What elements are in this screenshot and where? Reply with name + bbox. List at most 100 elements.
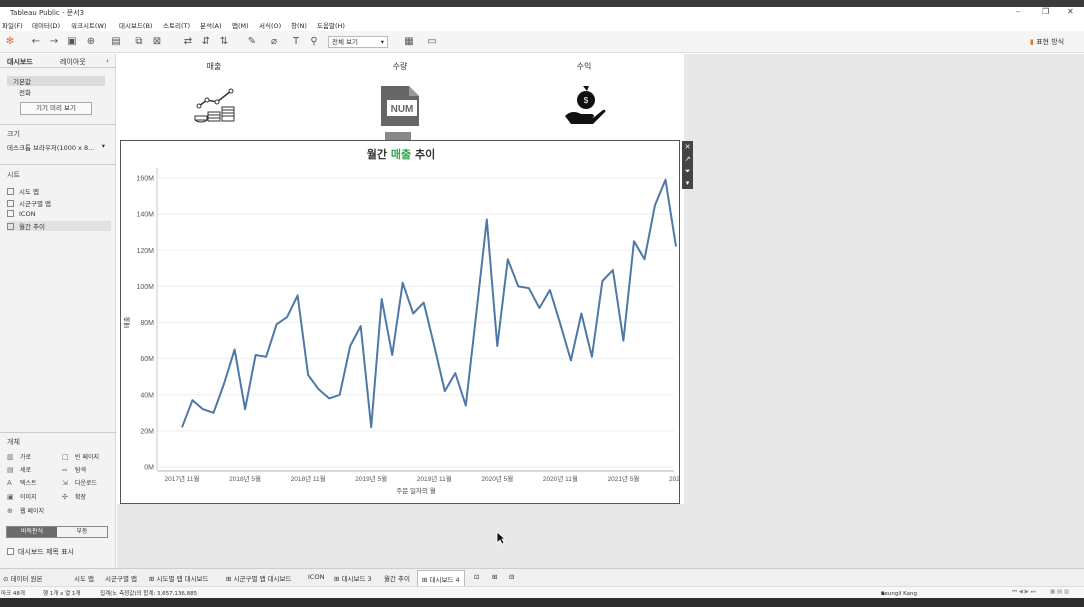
duplicate-icon[interactable]: ⧉ xyxy=(133,36,145,48)
data-point[interactable] xyxy=(244,408,247,411)
sheet-item[interactable]: 시도 맵 xyxy=(7,186,39,196)
menu-window[interactable]: 창(N) xyxy=(291,20,307,30)
sheet-view-icon[interactable]: ▦ ▤ ▥ xyxy=(1050,589,1069,595)
tableau-logo-icon[interactable]: ✻ xyxy=(4,36,16,48)
data-point[interactable] xyxy=(422,301,425,304)
data-point[interactable] xyxy=(328,397,331,400)
pin-icon[interactable]: ⚲ xyxy=(308,36,320,48)
data-point[interactable] xyxy=(653,204,656,207)
menu-map[interactable]: 맵(M) xyxy=(232,20,249,30)
data-point[interactable] xyxy=(191,399,194,402)
sort-desc-icon[interactable]: ⇅ xyxy=(218,36,230,48)
data-point[interactable] xyxy=(317,388,320,391)
tab-sheet[interactable]: 시군구별 맵 xyxy=(105,573,137,583)
data-point[interactable] xyxy=(275,323,278,326)
save-icon[interactable]: ▣ xyxy=(66,36,78,48)
data-point[interactable] xyxy=(254,353,257,356)
swap-icon[interactable]: ⇄ xyxy=(182,36,194,48)
tab-dashboard[interactable]: ⊞ 시도별 맵 대시보드 xyxy=(149,573,209,583)
data-point[interactable] xyxy=(527,287,530,290)
data-point[interactable] xyxy=(611,269,614,272)
close-icon[interactable]: ✕ xyxy=(1067,7,1074,16)
data-point[interactable] xyxy=(380,297,383,300)
data-point[interactable] xyxy=(391,353,394,356)
data-point[interactable] xyxy=(485,218,488,221)
data-point[interactable] xyxy=(506,258,509,261)
data-point[interactable] xyxy=(454,372,457,375)
data-point[interactable] xyxy=(412,312,415,315)
new-story-icon[interactable]: ⊟ xyxy=(509,573,514,581)
data-point[interactable] xyxy=(643,258,646,261)
data-point[interactable] xyxy=(632,240,635,243)
remove-icon[interactable]: ✕ xyxy=(682,141,693,153)
data-point[interactable] xyxy=(622,339,625,342)
data-point[interactable] xyxy=(180,426,183,429)
monthly-trend-chart[interactable]: 월간 매출 추이 0M 20M 40M 60M 80M 100M 120M 140M 160M 2… xyxy=(120,140,693,504)
menu-dashboard[interactable]: 대시보드(B) xyxy=(119,20,152,30)
data-point[interactable] xyxy=(286,316,289,319)
restore-icon[interactable]: ❐ xyxy=(1042,7,1049,16)
data-point[interactable] xyxy=(590,355,593,358)
sheet-item[interactable]: 시군구별 맵 xyxy=(7,198,51,208)
data-point[interactable] xyxy=(517,285,520,288)
fit-select[interactable]: 전체 보기 ▾ xyxy=(328,36,388,48)
sheet-item[interactable]: 월간 추이 xyxy=(7,221,111,231)
show-cards-icon[interactable]: ▦ xyxy=(403,36,415,48)
series-line[interactable] xyxy=(181,178,677,429)
data-point[interactable] xyxy=(674,245,677,248)
new-worksheet-icon[interactable]: ⊡ xyxy=(474,573,479,581)
data-point[interactable] xyxy=(265,355,268,358)
menu-worksheet[interactable]: 워크시트(W) xyxy=(71,20,106,30)
show-title-checkbox[interactable]: 대시보드 제목 표시 xyxy=(7,547,74,557)
tab-data-source[interactable]: ⊙ 데이터 원본 xyxy=(3,573,43,583)
redo-icon[interactable]: → xyxy=(48,36,60,48)
data-point[interactable] xyxy=(370,426,373,429)
device-default[interactable]: 기본값 xyxy=(7,76,105,86)
data-point[interactable] xyxy=(443,390,446,393)
sheet-item[interactable]: ICON xyxy=(7,210,35,218)
clear-sheet-icon[interactable]: ⊠ xyxy=(151,36,163,48)
new-data-source-icon[interactable]: ⊕ xyxy=(85,36,97,48)
object-image[interactable]: ▣ 이미지 xyxy=(7,492,37,501)
tab-dashboard[interactable]: 대시보드 xyxy=(7,57,33,67)
sort-asc-icon[interactable]: ⇵ xyxy=(200,36,212,48)
presentation-icon[interactable]: ▭ xyxy=(426,36,438,48)
menu-format[interactable]: 서식(O) xyxy=(259,20,281,30)
menu-story[interactable]: 스토리(T) xyxy=(163,20,190,30)
go-to-sheet-icon[interactable]: ↗ xyxy=(682,153,693,165)
object-web-page[interactable]: ⊕ 웹 페이지 xyxy=(7,506,44,515)
tab-dashboard[interactable]: ⊞ 대시보드 3 xyxy=(334,573,372,583)
tab-sheet[interactable]: 월간 추이 xyxy=(384,573,410,583)
labels-icon[interactable]: T xyxy=(290,36,302,48)
data-point[interactable] xyxy=(349,344,352,347)
tab-sheet[interactable]: 시도 맵 xyxy=(74,573,94,583)
menu-file[interactable]: 파일(F) xyxy=(2,20,23,30)
menu-data[interactable]: 데이터(D) xyxy=(32,20,60,30)
size-select[interactable]: 데스크톱 브라우저(1000 x 8... ▾ xyxy=(7,142,107,153)
data-point[interactable] xyxy=(401,281,404,284)
object-download[interactable]: ⇲ 다운로드 xyxy=(62,478,97,487)
data-point[interactable] xyxy=(580,312,583,315)
tab-sheet[interactable]: ICON xyxy=(308,573,324,581)
minimize-icon[interactable]: – xyxy=(1016,7,1020,16)
data-point[interactable] xyxy=(559,323,562,326)
object-vertical[interactable]: ▤ 세로 xyxy=(7,465,31,474)
sheet-nav-icon[interactable]: ⏮ ◀ ▶ ⏭ xyxy=(1012,589,1036,596)
data-point[interactable] xyxy=(212,411,215,414)
object-extension[interactable]: ✣ 확장 xyxy=(62,492,86,501)
filter-icon[interactable]: ⏷ xyxy=(682,165,693,177)
data-point[interactable] xyxy=(222,382,225,385)
object-text[interactable]: A 텍스트 xyxy=(7,478,37,487)
device-preview-button[interactable]: 기기 미리 보기 xyxy=(20,102,92,115)
floating-button[interactable]: 부동 xyxy=(57,527,107,537)
data-point[interactable] xyxy=(601,279,604,282)
present-mode-button[interactable]: ▮ 표현 방식 xyxy=(1030,37,1064,47)
data-point[interactable] xyxy=(296,294,299,297)
more-options-icon[interactable]: ▾ xyxy=(682,177,693,189)
data-point[interactable] xyxy=(664,178,667,181)
menu-help[interactable]: 도움말(H) xyxy=(317,20,345,30)
data-point[interactable] xyxy=(233,348,236,351)
new-dashboard-icon[interactable]: ⊞ xyxy=(492,573,497,581)
group-icon[interactable]: ⌀ xyxy=(268,36,280,48)
collapse-panel-icon[interactable]: ‹ xyxy=(106,57,109,65)
